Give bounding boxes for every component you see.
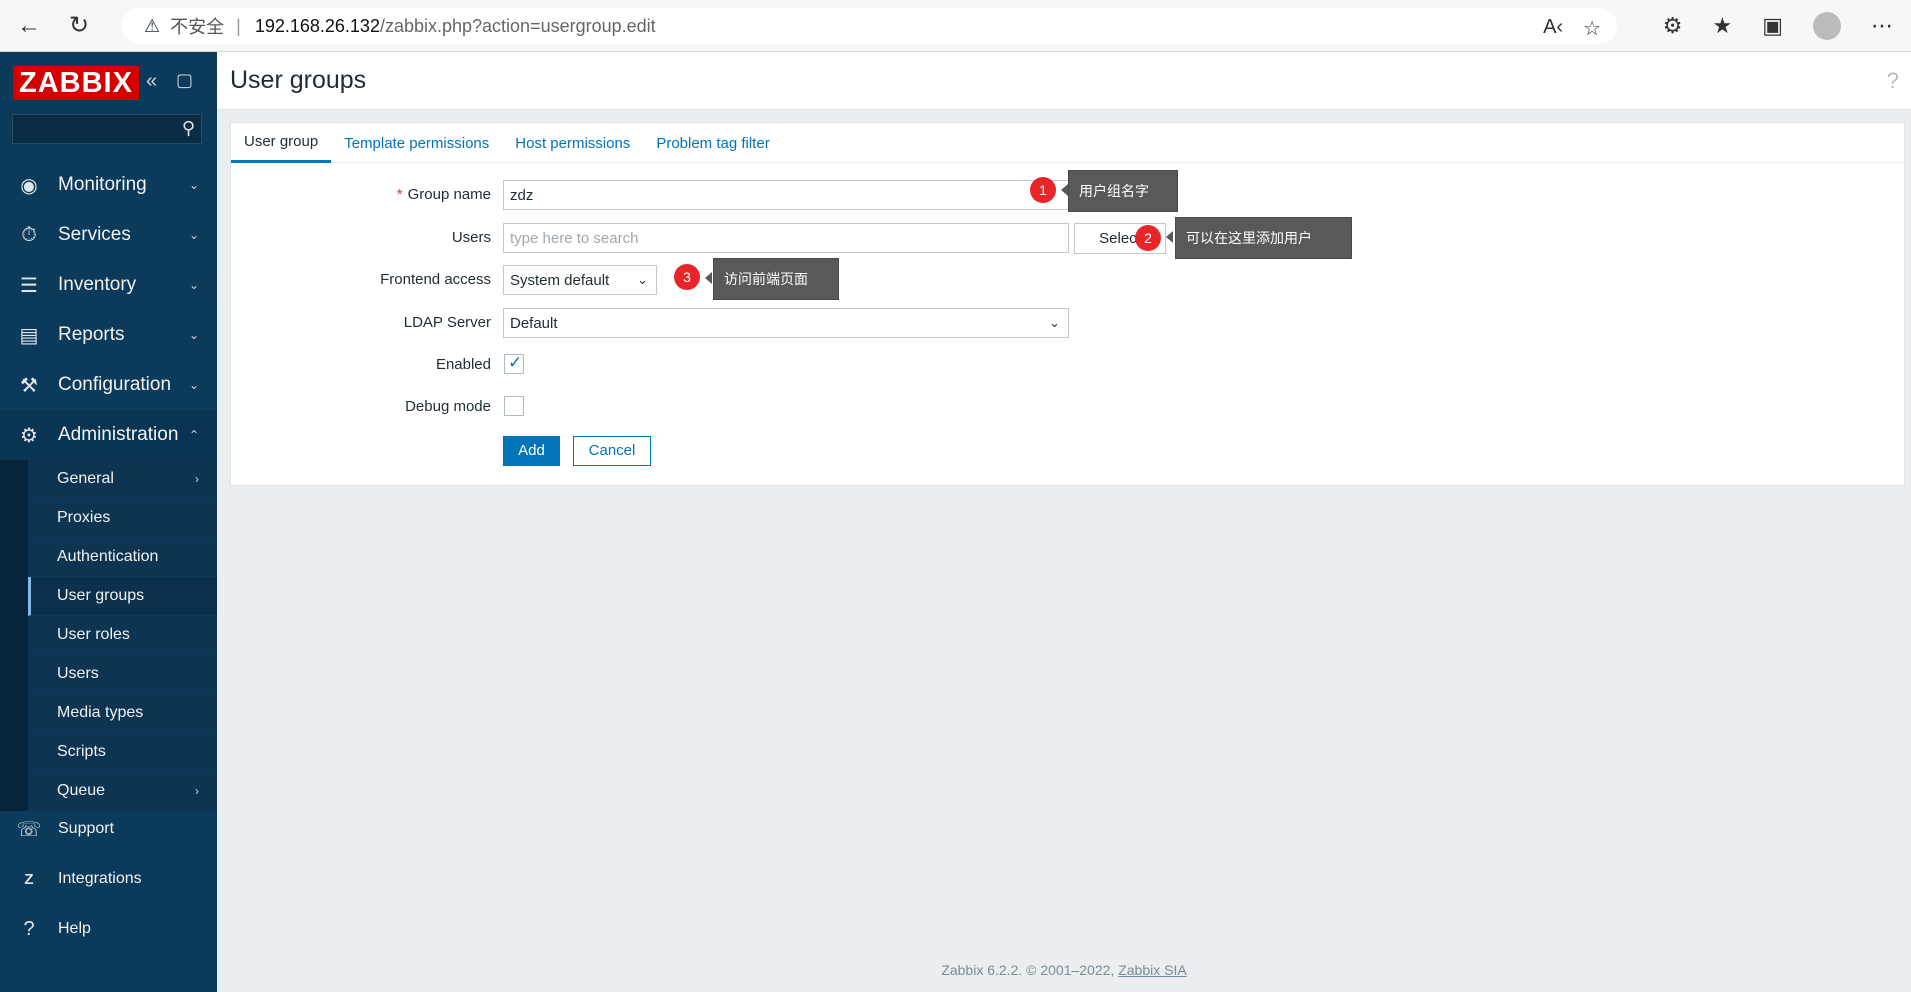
chevron-down-icon: ⌄ bbox=[188, 228, 199, 242]
chevron-right-icon: › bbox=[195, 472, 199, 486]
tab-host-permissions[interactable]: Host permissions bbox=[502, 123, 643, 163]
users-search-input[interactable]: type here to search bbox=[503, 223, 1069, 253]
sidebar: ZABBIX « ▢ ⚲ ◉ Monitoring ⌄ ⏱ Services ⌄… bbox=[0, 52, 217, 992]
checkmark-icon: ✓ bbox=[508, 353, 523, 372]
debug-mode-label: Debug mode bbox=[405, 398, 491, 415]
browser-toolbar: ← ↻ ⚠ 不安全 | 192.168.26.132 /zabbix.php?a… bbox=[0, 0, 1911, 52]
search-icon[interactable]: ⚲ bbox=[182, 118, 195, 139]
insecure-label: 不安全 bbox=[170, 17, 225, 37]
sidebar-item-user-roles[interactable]: User roles bbox=[28, 616, 217, 655]
tab-template-permissions[interactable]: Template permissions bbox=[331, 123, 502, 163]
enabled-row: Enabled ✓ bbox=[231, 350, 1904, 382]
users-row: Users type here to search Select bbox=[231, 223, 1904, 255]
debug-mode-checkbox[interactable] bbox=[504, 396, 524, 416]
menu-configuration[interactable]: ⚒ Configuration ⌄ bbox=[0, 360, 217, 410]
chevron-up-icon: ⌃ bbox=[188, 428, 199, 442]
chevron-down-icon: ⌄ bbox=[188, 378, 199, 392]
tab-bar: User group Template permissions Host per… bbox=[231, 123, 1904, 163]
sidebar-item-authentication[interactable]: Authentication bbox=[28, 538, 217, 577]
enabled-checkbox[interactable]: ✓ bbox=[504, 353, 524, 374]
ldap-server-select[interactable]: Default ⌄ bbox=[503, 308, 1069, 338]
collections-icon[interactable]: ▣ bbox=[1762, 13, 1783, 39]
main-menu: ◉ Monitoring ⌄ ⏱ Services ⌄ ☰ Inventory … bbox=[0, 160, 217, 811]
annotation-badge-2: 2 bbox=[1135, 225, 1161, 251]
refresh-icon[interactable]: ↻ bbox=[58, 5, 100, 47]
chevron-down-icon: ⌄ bbox=[188, 178, 199, 192]
ldap-server-label: LDAP Server bbox=[403, 314, 491, 331]
chevron-down-icon: ⌄ bbox=[637, 272, 648, 287]
frontend-access-row: Frontend access System default ⌄ bbox=[231, 265, 1904, 297]
url-host: 192.168.26.132 bbox=[254, 15, 380, 36]
debug-mode-row: Debug mode bbox=[231, 392, 1904, 424]
list-icon: ☰ bbox=[20, 274, 38, 297]
address-bar[interactable]: ⚠ 不安全 | 192.168.26.132 /zabbix.php?actio… bbox=[122, 8, 1617, 44]
chevron-right-icon: › bbox=[195, 784, 199, 798]
menu-administration[interactable]: ⚙ Administration ⌃ bbox=[0, 410, 217, 460]
chevron-down-icon: ⌄ bbox=[188, 328, 199, 342]
sidebar-item-scripts[interactable]: Scripts bbox=[28, 733, 217, 772]
sidebar-search-input[interactable]: ⚲ bbox=[12, 114, 202, 144]
sidebar-item-general[interactable]: General › bbox=[28, 460, 217, 499]
page-header: User groups ? bbox=[217, 52, 1911, 110]
annotation-callout-2: 可以在这里添加用户 bbox=[1175, 217, 1352, 259]
annotation-callout-3: 访问前端页面 bbox=[713, 258, 839, 300]
cancel-button[interactable]: Cancel bbox=[573, 436, 651, 466]
wrench-icon: ⚒ bbox=[20, 374, 38, 397]
administration-submenu: General › Proxies Authentication User gr… bbox=[0, 460, 217, 811]
favorites-icon[interactable]: ★ bbox=[1712, 13, 1732, 39]
tab-problem-tag-filter[interactable]: Problem tag filter bbox=[643, 123, 782, 163]
users-label: Users bbox=[451, 229, 491, 246]
profile-avatar[interactable] bbox=[1813, 12, 1841, 40]
enabled-label: Enabled bbox=[435, 356, 491, 373]
menu-inventory[interactable]: ☰ Inventory ⌄ bbox=[0, 260, 217, 310]
extensions-icon[interactable]: ⚙ bbox=[1663, 13, 1683, 39]
read-aloud-icon[interactable]: A‹ bbox=[1543, 16, 1563, 41]
group-name-field[interactable]: zdz bbox=[503, 180, 1069, 210]
question-icon: ? bbox=[23, 917, 35, 940]
add-button[interactable]: Add bbox=[503, 436, 560, 466]
menu-reports[interactable]: ▤ Reports ⌄ bbox=[0, 310, 217, 360]
timer-icon: ⏱ bbox=[21, 223, 37, 246]
menu-services[interactable]: ⏱ Services ⌄ bbox=[0, 210, 217, 260]
warning-icon: ⚠ bbox=[144, 15, 161, 36]
back-arrow-icon[interactable]: ← bbox=[8, 5, 50, 47]
chart-icon: ▤ bbox=[19, 324, 39, 347]
chevron-down-icon: ⌄ bbox=[1049, 315, 1060, 330]
add-favorite-icon[interactable]: ☆ bbox=[1583, 16, 1601, 41]
bottom-menu: ☏ Support Z Integrations ? Help bbox=[0, 804, 217, 954]
sidebar-item-users[interactable]: Users bbox=[28, 655, 217, 694]
gear-icon: ⚙ bbox=[20, 424, 38, 447]
annotation-callout-1: 用户组名字 bbox=[1068, 170, 1178, 212]
help-icon[interactable]: ? bbox=[1887, 68, 1899, 94]
kiosk-mode-icon[interactable]: ▢ bbox=[176, 70, 193, 91]
more-icon[interactable]: ⋯ bbox=[1871, 13, 1893, 39]
annotation-badge-1: 1 bbox=[1030, 177, 1056, 203]
chevron-down-icon: ⌄ bbox=[188, 278, 199, 292]
footer: Zabbix 6.2.2. © 2001–2022, Zabbix SIA bbox=[217, 962, 1911, 978]
footer-link[interactable]: Zabbix SIA bbox=[1118, 962, 1186, 978]
annotation-badge-3: 3 bbox=[674, 264, 700, 290]
eye-icon: ◉ bbox=[20, 174, 38, 197]
frontend-access-label: Frontend access bbox=[380, 271, 491, 288]
frontend-access-select[interactable]: System default ⌄ bbox=[503, 265, 657, 295]
group-name-label: * Group name bbox=[396, 186, 491, 203]
sidebar-item-user-groups[interactable]: User groups bbox=[28, 577, 217, 616]
sidebar-item-media-types[interactable]: Media types bbox=[28, 694, 217, 733]
url-path: /zabbix.php?action=usergroup.edit bbox=[379, 15, 656, 36]
sidebar-item-proxies[interactable]: Proxies bbox=[28, 499, 217, 538]
menu-support[interactable]: ☏ Support bbox=[0, 804, 217, 854]
headset-icon: ☏ bbox=[16, 818, 42, 841]
collapse-sidebar-icon[interactable]: « bbox=[146, 70, 157, 93]
footer-copyright: Zabbix 6.2.2. © 2001–2022, bbox=[941, 962, 1115, 978]
ldap-server-row: LDAP Server Default ⌄ bbox=[231, 308, 1904, 340]
page-title: User groups bbox=[230, 66, 367, 94]
menu-help[interactable]: ? Help bbox=[0, 904, 217, 954]
menu-integrations[interactable]: Z Integrations bbox=[0, 854, 217, 904]
z-icon: Z bbox=[24, 870, 34, 888]
zabbix-logo[interactable]: ZABBIX bbox=[13, 66, 139, 100]
tab-user-group[interactable]: User group bbox=[231, 123, 332, 163]
form-buttons: Add Cancel bbox=[231, 436, 1904, 468]
menu-monitoring[interactable]: ◉ Monitoring ⌄ bbox=[0, 160, 217, 210]
